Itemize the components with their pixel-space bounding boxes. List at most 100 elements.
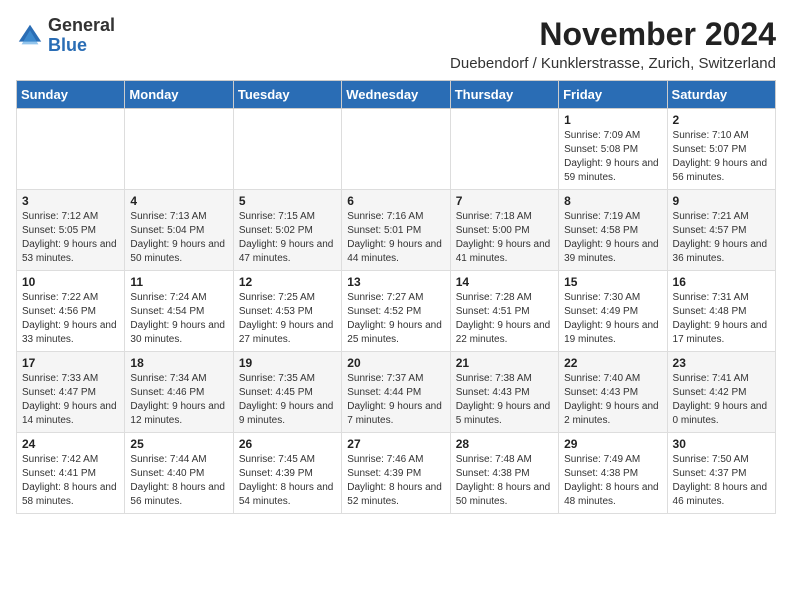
day-number: 28: [456, 437, 553, 451]
day-number: 16: [673, 275, 770, 289]
calendar-day-cell: 12 Sunrise: 7:25 AM Sunset: 4:53 PM Dayli…: [233, 271, 341, 352]
day-number: 15: [564, 275, 661, 289]
calendar-day-cell: 28 Sunrise: 7:48 AM Sunset: 4:38 PM Dayli…: [450, 433, 558, 514]
day-number: 2: [673, 113, 770, 127]
calendar-day-cell: 26Sunrise: 7:45 AM Sunset: 4:39 PM Dayli…: [233, 433, 341, 514]
day-info: Sunrise: 7:41 AM Sunset: 4:42 PM Dayligh…: [673, 372, 770, 428]
day-number: 13: [347, 275, 444, 289]
calendar-day-cell: 1Sunrise: 7:09 AM Sunset: 5:08 PM Daylig…: [559, 109, 667, 190]
day-info: Sunrise: 7:24 AM Sunset: 4:54 PM Dayligh…: [130, 291, 227, 347]
calendar-day-cell: 29 Sunrise: 7:49 AM Sunset: 4:38 PM Dayli…: [559, 433, 667, 514]
day-info: Sunrise: 7:48 AM Sunset: 4:38 PM Dayligh…: [456, 453, 553, 509]
day-info: Sunrise: 7:38 AM Sunset: 4:43 PM Dayligh…: [456, 372, 553, 428]
day-number: 4: [130, 194, 227, 208]
day-info: Sunrise: 7:19 AM Sunset: 4:58 PM Dayligh…: [564, 210, 661, 266]
calendar-day-cell: 4 Sunrise: 7:13 AM Sunset: 5:04 PM Daylig…: [125, 190, 233, 271]
weekday-header-cell: Tuesday: [233, 81, 341, 109]
day-info: Sunrise: 7:33 AM Sunset: 4:47 PM Dayligh…: [22, 372, 119, 428]
day-info: Sunrise: 7:12 AM Sunset: 5:05 PM Dayligh…: [22, 210, 119, 266]
day-info: Sunrise: 7:40 AM Sunset: 4:43 PM Dayligh…: [564, 372, 661, 428]
calendar-day-cell: 14 Sunrise: 7:28 AM Sunset: 4:51 PM Dayli…: [450, 271, 558, 352]
day-info: Sunrise: 7:10 AM Sunset: 5:07 PM Dayligh…: [673, 129, 770, 185]
day-number: 27: [347, 437, 444, 451]
logo-icon: [16, 22, 44, 50]
day-info: Sunrise: 7:16 AM Sunset: 5:01 PM Dayligh…: [347, 210, 444, 266]
calendar-day-cell: 22 Sunrise: 7:40 AM Sunset: 4:43 PM Dayli…: [559, 352, 667, 433]
day-info: Sunrise: 7:15 AM Sunset: 5:02 PM Dayligh…: [239, 210, 336, 266]
weekday-header-cell: Saturday: [667, 81, 775, 109]
logo-text: General Blue: [48, 16, 115, 56]
page-header: General Blue November 2024 Duebendorf / …: [16, 16, 776, 72]
weekday-header-cell: Sunday: [17, 81, 125, 109]
day-info: Sunrise: 7:22 AM Sunset: 4:56 PM Dayligh…: [22, 291, 119, 347]
calendar-week-row: 3 Sunrise: 7:12 AM Sunset: 5:05 PM Daylig…: [17, 190, 776, 271]
logo: General Blue: [16, 16, 115, 56]
day-number: 18: [130, 356, 227, 370]
day-info: Sunrise: 7:31 AM Sunset: 4:48 PM Dayligh…: [673, 291, 770, 347]
day-info: Sunrise: 7:50 AM Sunset: 4:37 PM Dayligh…: [673, 453, 770, 509]
day-number: 30: [673, 437, 770, 451]
day-number: 3: [22, 194, 119, 208]
day-number: 14: [456, 275, 553, 289]
calendar-day-cell: 11 Sunrise: 7:24 AM Sunset: 4:54 PM Dayli…: [125, 271, 233, 352]
calendar-day-cell: 9 Sunrise: 7:21 AM Sunset: 4:57 PM Daylig…: [667, 190, 775, 271]
calendar-week-row: 1Sunrise: 7:09 AM Sunset: 5:08 PM Daylig…: [17, 109, 776, 190]
location-title: Duebendorf / Kunklerstrasse, Zurich, Swi…: [450, 55, 776, 72]
calendar-day-cell: 13Sunrise: 7:27 AM Sunset: 4:52 PM Dayli…: [342, 271, 450, 352]
day-number: 17: [22, 356, 119, 370]
calendar-day-cell: 24Sunrise: 7:42 AM Sunset: 4:41 PM Dayli…: [17, 433, 125, 514]
day-info: Sunrise: 7:44 AM Sunset: 4:40 PM Dayligh…: [130, 453, 227, 509]
day-number: 23: [673, 356, 770, 370]
calendar-week-row: 24Sunrise: 7:42 AM Sunset: 4:41 PM Dayli…: [17, 433, 776, 514]
calendar-day-cell: 2 Sunrise: 7:10 AM Sunset: 5:07 PM Daylig…: [667, 109, 775, 190]
calendar-day-cell: 20Sunrise: 7:37 AM Sunset: 4:44 PM Dayli…: [342, 352, 450, 433]
calendar-day-cell: 5 Sunrise: 7:15 AM Sunset: 5:02 PM Daylig…: [233, 190, 341, 271]
day-number: 24: [22, 437, 119, 451]
day-info: Sunrise: 7:34 AM Sunset: 4:46 PM Dayligh…: [130, 372, 227, 428]
day-info: Sunrise: 7:49 AM Sunset: 4:38 PM Dayligh…: [564, 453, 661, 509]
day-info: Sunrise: 7:28 AM Sunset: 4:51 PM Dayligh…: [456, 291, 553, 347]
calendar-day-cell: [342, 109, 450, 190]
day-info: Sunrise: 7:35 AM Sunset: 4:45 PM Dayligh…: [239, 372, 336, 428]
day-info: Sunrise: 7:21 AM Sunset: 4:57 PM Dayligh…: [673, 210, 770, 266]
calendar-day-cell: 16 Sunrise: 7:31 AM Sunset: 4:48 PM Dayli…: [667, 271, 775, 352]
calendar-week-row: 10 Sunrise: 7:22 AM Sunset: 4:56 PM Dayli…: [17, 271, 776, 352]
day-info: Sunrise: 7:30 AM Sunset: 4:49 PM Dayligh…: [564, 291, 661, 347]
calendar-day-cell: [125, 109, 233, 190]
day-info: Sunrise: 7:13 AM Sunset: 5:04 PM Dayligh…: [130, 210, 227, 266]
calendar-day-cell: [17, 109, 125, 190]
calendar-day-cell: 17 Sunrise: 7:33 AM Sunset: 4:47 PM Dayli…: [17, 352, 125, 433]
day-number: 26: [239, 437, 336, 451]
day-number: 29: [564, 437, 661, 451]
calendar-day-cell: 21Sunrise: 7:38 AM Sunset: 4:43 PM Dayli…: [450, 352, 558, 433]
day-number: 11: [130, 275, 227, 289]
calendar-day-cell: 25Sunrise: 7:44 AM Sunset: 4:40 PM Dayli…: [125, 433, 233, 514]
day-number: 5: [239, 194, 336, 208]
calendar-day-cell: [233, 109, 341, 190]
calendar-day-cell: 30 Sunrise: 7:50 AM Sunset: 4:37 PM Dayli…: [667, 433, 775, 514]
day-number: 12: [239, 275, 336, 289]
day-info: Sunrise: 7:37 AM Sunset: 4:44 PM Dayligh…: [347, 372, 444, 428]
calendar-day-cell: 15 Sunrise: 7:30 AM Sunset: 4:49 PM Dayli…: [559, 271, 667, 352]
day-info: Sunrise: 7:25 AM Sunset: 4:53 PM Dayligh…: [239, 291, 336, 347]
day-number: 22: [564, 356, 661, 370]
calendar-day-cell: 8 Sunrise: 7:19 AM Sunset: 4:58 PM Daylig…: [559, 190, 667, 271]
weekday-header-row: SundayMondayTuesdayWednesdayThursdayFrid…: [17, 81, 776, 109]
calendar-day-cell: 19 Sunrise: 7:35 AM Sunset: 4:45 PM Dayli…: [233, 352, 341, 433]
calendar-week-row: 17 Sunrise: 7:33 AM Sunset: 4:47 PM Dayli…: [17, 352, 776, 433]
day-number: 8: [564, 194, 661, 208]
month-title: November 2024: [450, 16, 776, 53]
day-info: Sunrise: 7:46 AM Sunset: 4:39 PM Dayligh…: [347, 453, 444, 509]
title-block: November 2024 Duebendorf / Kunklerstrass…: [450, 16, 776, 72]
calendar-day-cell: 10 Sunrise: 7:22 AM Sunset: 4:56 PM Dayli…: [17, 271, 125, 352]
calendar-day-cell: 6Sunrise: 7:16 AM Sunset: 5:01 PM Daylig…: [342, 190, 450, 271]
day-number: 7: [456, 194, 553, 208]
calendar-table: SundayMondayTuesdayWednesdayThursdayFrid…: [16, 80, 776, 514]
calendar-day-cell: [450, 109, 558, 190]
day-number: 19: [239, 356, 336, 370]
weekday-header-cell: Friday: [559, 81, 667, 109]
day-info: Sunrise: 7:18 AM Sunset: 5:00 PM Dayligh…: [456, 210, 553, 266]
calendar-day-cell: 3 Sunrise: 7:12 AM Sunset: 5:05 PM Daylig…: [17, 190, 125, 271]
day-number: 9: [673, 194, 770, 208]
day-number: 10: [22, 275, 119, 289]
